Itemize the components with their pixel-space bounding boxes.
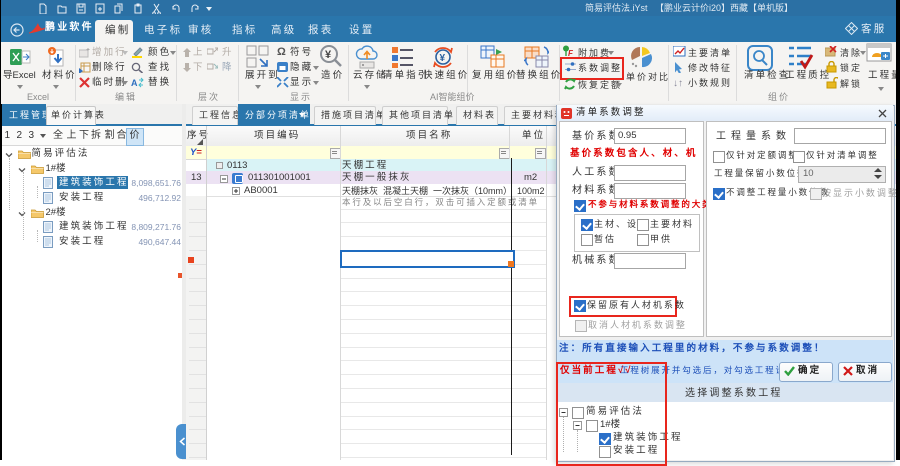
svg-text:A: A — [131, 78, 138, 88]
svg-text:↓↑: ↓↑ — [673, 78, 683, 88]
svg-text:¥: ¥ — [440, 53, 446, 64]
svg-text:F: F — [568, 49, 574, 57]
svg-text:¥: ¥ — [325, 49, 332, 61]
